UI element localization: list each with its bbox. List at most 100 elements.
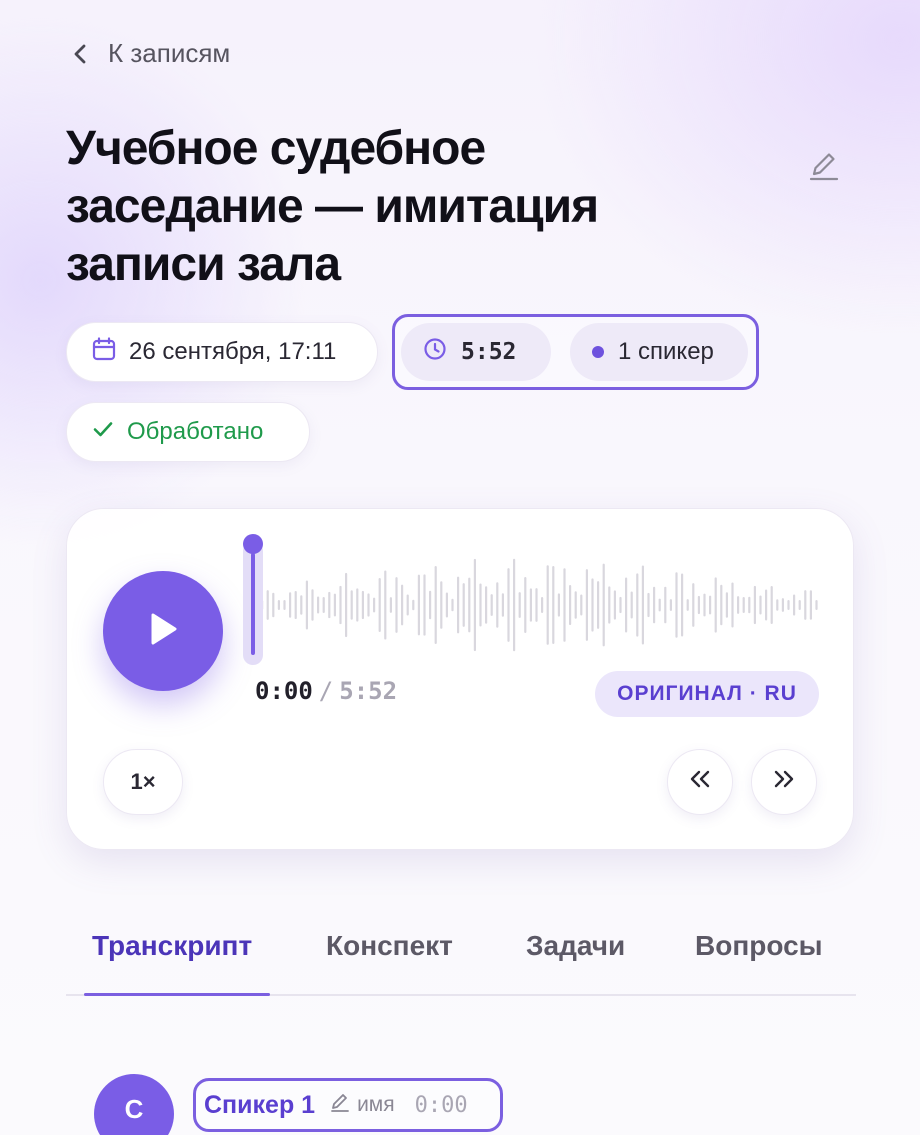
rename-speaker-button[interactable]: имя [329, 1091, 395, 1119]
waveform-bar [311, 589, 314, 621]
segment-timestamp[interactable]: 0:00 [415, 1093, 468, 1118]
waveform-bar [266, 590, 269, 620]
waveform-bar [462, 583, 465, 627]
waveform-bar [742, 597, 745, 613]
waveform-bar [457, 576, 460, 634]
pencil-icon [329, 1091, 351, 1119]
waveform-bar [384, 570, 387, 640]
waveform-bar [585, 569, 588, 641]
playback-speed-button[interactable]: 1× [103, 749, 183, 815]
waveform-bar [317, 596, 320, 614]
status-text: Обработано [127, 418, 264, 445]
waveform-bar [524, 577, 527, 633]
playhead-handle[interactable] [243, 534, 263, 554]
waveform-bar [496, 582, 499, 628]
waveform-bar [468, 577, 471, 633]
waveform-bar [507, 568, 510, 642]
waveform-bar [423, 574, 426, 636]
waveform-bar [793, 594, 796, 616]
waveform-bar [272, 592, 275, 618]
waveform-scrubber[interactable] [243, 531, 823, 671]
waveform-bar [709, 595, 712, 615]
waveform-bar [552, 566, 555, 644]
waveform-bar [333, 593, 336, 617]
waveform-bar [697, 595, 700, 615]
waveform-bar [664, 586, 667, 624]
waveform-bar [412, 599, 415, 611]
date-text: 26 сентября, 17:11 [129, 338, 337, 365]
recording-meta-group: 5:52 1 спикер [392, 314, 759, 390]
waveform-bar [546, 565, 549, 645]
waveform-bar [675, 572, 678, 638]
time-separator: / [318, 677, 334, 705]
waveform-bar [720, 584, 723, 626]
back-label: К записям [108, 38, 231, 68]
duration-pill: 5:52 [401, 323, 551, 381]
current-time: 0:00 [255, 677, 313, 705]
speaker-name[interactable]: Спикер 1 [204, 1091, 315, 1120]
tab-questions[interactable]: Вопросы [695, 930, 823, 962]
speakers-pill: 1 спикер [570, 323, 748, 381]
waveform-bar [513, 558, 516, 652]
edit-title-icon[interactable] [806, 148, 842, 184]
speakers-text: 1 спикер [618, 338, 714, 365]
forward-button[interactable] [751, 749, 817, 815]
play-icon [148, 612, 178, 651]
waveform-bar [479, 583, 482, 627]
waveform-bar [625, 577, 628, 633]
tab-transcript[interactable]: Транскрипт [92, 930, 252, 962]
waveform-bar [300, 595, 303, 615]
rewind-button[interactable] [667, 749, 733, 815]
waveform-bar [557, 593, 560, 617]
waveform-bar [563, 568, 566, 642]
waveform-bar [345, 572, 348, 638]
status-badge: Обработано [66, 402, 310, 462]
waveform-bar [636, 573, 639, 637]
waveform-bar [574, 591, 577, 619]
waveform-bar [591, 578, 594, 632]
waveform-bar [686, 599, 689, 611]
active-tab-indicator [84, 993, 270, 996]
waveform-bar [669, 599, 672, 611]
waveform-bar [541, 597, 544, 613]
date-chip: 26 сентября, 17:11 [66, 322, 378, 382]
tab-bar: Транскрипт Конспект Задачи Вопросы [66, 922, 856, 996]
waveform-bar [434, 565, 437, 645]
waveform-bar [339, 585, 342, 625]
waveform-bar [361, 590, 364, 620]
waveform-bar [647, 592, 650, 618]
waveform-bar [753, 585, 756, 625]
waveform-bar [305, 580, 308, 630]
waveform-bar [401, 584, 404, 626]
waveform-bar [395, 577, 398, 633]
waveform-bar [294, 590, 297, 620]
language-toggle[interactable]: ОРИГИНАЛ · RU [595, 671, 819, 717]
play-button[interactable] [103, 571, 223, 691]
waveform-bar [490, 594, 493, 616]
audio-player: 0:00 / 5:52 ОРИГИНАЛ · RU 1× [66, 508, 854, 850]
total-time: 5:52 [339, 677, 398, 705]
tab-tasks[interactable]: Задачи [526, 930, 625, 962]
waveform-bar [597, 581, 600, 629]
waveform-bar [714, 577, 717, 633]
duration-text: 5:52 [461, 339, 517, 365]
back-to-recordings-link[interactable]: К записям [68, 38, 230, 69]
waveform-bar [759, 595, 762, 615]
waveform-bar [737, 596, 740, 614]
waveform-bar [613, 590, 616, 620]
playhead-line [251, 553, 255, 655]
tab-summary[interactable]: Конспект [326, 930, 453, 962]
waveform-bar [765, 589, 768, 621]
waveform-bar [681, 573, 684, 637]
waveform-bar [367, 593, 370, 617]
waveform-bar [804, 590, 807, 620]
waveform-bar [703, 593, 706, 617]
time-display: 0:00 / 5:52 [255, 677, 397, 705]
waveform-bar [322, 596, 325, 614]
speaker-avatar: С [94, 1074, 174, 1135]
waveform-bar [770, 586, 773, 624]
waveform-bar [798, 600, 801, 610]
page-title: Учебное судебное заседание — имитация за… [66, 122, 599, 291]
speaker-dot-icon [592, 346, 604, 358]
waveform-bar [787, 600, 790, 610]
